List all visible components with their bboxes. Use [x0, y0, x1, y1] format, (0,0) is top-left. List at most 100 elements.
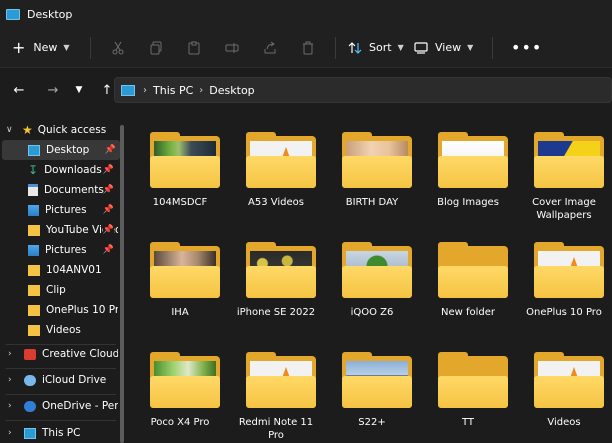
sidebar-creative-cloud[interactable]: › Creative Cloud Files [0, 344, 118, 364]
download-icon: ↧ [28, 163, 39, 177]
cut-button[interactable] [99, 34, 137, 62]
sidebar-quick-access[interactable]: ∨ ★ Quick access [0, 120, 118, 140]
document-icon [28, 184, 38, 196]
folder-tile[interactable]: iPhone SE 2022 [230, 226, 322, 336]
sidebar-this-pc[interactable]: › This PC [0, 423, 118, 443]
chevron-down-icon: ▼ [467, 43, 474, 52]
view-label: View [435, 41, 462, 54]
window-title: Desktop [27, 7, 73, 21]
folder-name: Cover Image Wallpapers [532, 197, 596, 221]
folder-tile[interactable]: 104MSDCF [134, 116, 226, 226]
star-icon: ★ [22, 123, 33, 137]
sidebar-item-pictures-2[interactable]: Pictures 📌 [0, 240, 118, 260]
creative-cloud-icon [24, 348, 36, 360]
folder-tile[interactable]: Videos [518, 336, 610, 443]
sidebar-item-videos[interactable]: Videos [0, 320, 118, 340]
paste-button[interactable] [175, 34, 213, 62]
folder-tile[interactable]: Redmi Note 11 Pro [230, 336, 322, 443]
folder-tile[interactable]: New folder [422, 226, 514, 336]
sidebar-divider [6, 394, 116, 395]
folder-tile[interactable]: IHA [134, 226, 226, 336]
title-bar: Desktop [0, 0, 612, 28]
sidebar-divider [6, 368, 116, 369]
folder-tile[interactable]: Cover Image Wallpapers [518, 116, 610, 226]
folder-tile[interactable]: TT [422, 336, 514, 443]
rename-button[interactable] [213, 34, 251, 62]
scissors-icon [112, 41, 124, 54]
sort-label: Sort [369, 41, 392, 54]
chevron-right-icon: › [8, 428, 12, 438]
folder-icon [150, 352, 220, 408]
chevron-right-icon: › [8, 349, 12, 359]
folder-tile[interactable]: A53 Videos [230, 116, 322, 226]
folder-icon [150, 242, 220, 298]
sidebar-item-downloads[interactable]: ↧ Downloads 📌 [0, 160, 118, 180]
navigation-bar: ← → ▼ ↑ › This PC › Desktop [0, 69, 612, 111]
sidebar-item-documents[interactable]: Documents 📌 [0, 180, 118, 200]
folder-tile[interactable]: Blog Images [422, 116, 514, 226]
sidebar-item-youtube-videos[interactable]: YouTube Videos 📌 [0, 220, 118, 240]
sidebar-divider [6, 420, 116, 421]
sidebar-onedrive[interactable]: › OneDrive - Personal [0, 396, 118, 416]
folder-icon [438, 132, 508, 188]
command-toolbar: + New ▼ Sort ▼ View ▼ ••• [0, 28, 612, 68]
this-pc-icon [121, 84, 135, 96]
folder-icon [28, 284, 40, 296]
folder-icon [246, 132, 316, 188]
new-label: New [33, 41, 58, 54]
recent-locations-button[interactable]: ▼ [66, 77, 92, 103]
toolbar-divider [335, 36, 336, 59]
chevron-right-icon: › [8, 375, 12, 385]
this-pc-icon [24, 427, 36, 439]
file-list: 104MSDCF A53 Videos BIRTH DAY Blog Images Co… [130, 112, 612, 443]
more-options-button[interactable]: ••• [511, 34, 542, 62]
desktop-icon [28, 144, 40, 156]
toolbar-divider [90, 36, 91, 59]
view-button[interactable]: View ▼ [414, 34, 484, 62]
sidebar-item-pictures[interactable]: Pictures 📌 [0, 200, 118, 220]
folder-icon [28, 304, 40, 316]
delete-button[interactable] [289, 34, 327, 62]
sort-button[interactable]: Sort ▼ [348, 34, 410, 62]
folder-name: IHA [171, 307, 189, 318]
plus-icon: + [12, 38, 26, 57]
pin-icon: 📌 [102, 205, 114, 215]
chevron-down-icon: ▼ [63, 43, 70, 52]
folder-name: iPhone SE 2022 [236, 307, 316, 318]
folder-icon [28, 264, 40, 276]
folder-window-icon [6, 8, 20, 20]
back-button[interactable]: ← [6, 77, 32, 103]
arrow-up-icon: ↑ [101, 82, 113, 98]
cloud-icon [24, 374, 36, 386]
forward-button[interactable]: → [40, 77, 66, 103]
folder-tile[interactable]: Poco X4 Pro [134, 336, 226, 443]
folder-icon [342, 242, 412, 298]
pin-icon: 📌 [102, 225, 114, 235]
folder-tile[interactable]: OnePlus 10 Pro [518, 226, 610, 336]
breadcrumb-desktop[interactable]: Desktop [209, 84, 254, 97]
new-button[interactable]: + New ▼ [12, 34, 82, 62]
folder-icon [28, 324, 40, 336]
copy-icon [150, 41, 162, 54]
folder-icon [342, 132, 412, 188]
share-button[interactable] [251, 34, 289, 62]
chevron-right-icon: › [8, 401, 12, 411]
folder-icon [534, 352, 604, 408]
sidebar-scrollbar[interactable] [120, 125, 124, 443]
address-bar[interactable]: › This PC › Desktop [114, 77, 612, 103]
breadcrumb-this-pc[interactable]: This PC [153, 84, 193, 97]
scrollbar-thumb[interactable] [120, 125, 124, 443]
folder-icon [438, 352, 508, 408]
sidebar-item-104anv01[interactable]: 104ANV01 [0, 260, 118, 280]
sidebar-icloud-drive[interactable]: › iCloud Drive [0, 370, 118, 390]
sidebar-item-desktop[interactable]: Desktop 📌 [2, 140, 120, 160]
sidebar-item-oneplus-10-pro[interactable]: OnePlus 10 Pro [0, 300, 118, 320]
folder-tile[interactable]: iQOO Z6 [326, 226, 418, 336]
copy-button[interactable] [137, 34, 175, 62]
folder-name: BIRTH DAY [345, 197, 399, 208]
folder-tile[interactable]: S22+ [326, 336, 418, 443]
folder-name: Blog Images [437, 197, 499, 208]
sidebar-item-clip[interactable]: Clip [0, 280, 118, 300]
folder-tile[interactable]: BIRTH DAY [326, 116, 418, 226]
folder-icon [534, 242, 604, 298]
